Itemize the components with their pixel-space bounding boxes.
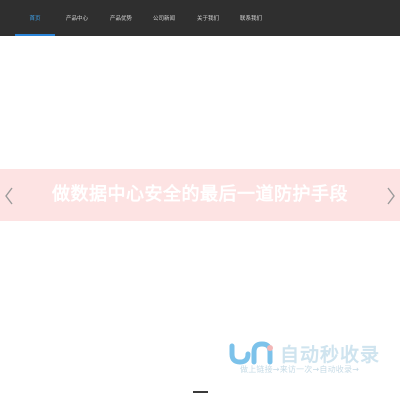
nav-item-contact[interactable]: 联系我们 bbox=[231, 0, 271, 36]
nav-item-news[interactable]: 公司新闻 bbox=[144, 0, 184, 36]
hero-banner-slide: 做数据中心安全的最后一道防护手段 bbox=[0, 169, 400, 221]
active-nav-indicator bbox=[15, 34, 55, 36]
scroll-indicator[interactable] bbox=[193, 391, 208, 393]
watermark-title: 自动秒收录 bbox=[280, 344, 381, 366]
chevron-left-icon[interactable] bbox=[2, 185, 16, 207]
nav-item-advantages[interactable]: 产品优势 bbox=[101, 0, 141, 36]
watermark-slogan: 做上链接→来访一次→自动收录→ bbox=[240, 365, 360, 374]
banner-headline: 做数据中心安全的最后一道防护手段 bbox=[52, 184, 348, 205]
nav-item-products[interactable]: 产品中心 bbox=[57, 0, 97, 36]
chevron-right-icon[interactable] bbox=[384, 185, 398, 207]
top-navigation-bar: 首页 产品中心 产品优势 公司新闻 关于我们 联系我们 bbox=[0, 0, 400, 36]
watermark-logo: 自动秒收录 做上链接→来访一次→自动收录→ bbox=[228, 336, 384, 378]
nav-item-about[interactable]: 关于我们 bbox=[188, 0, 228, 36]
logo-mark-icon bbox=[229, 341, 273, 365]
nav-item-home[interactable]: 首页 bbox=[15, 0, 55, 36]
